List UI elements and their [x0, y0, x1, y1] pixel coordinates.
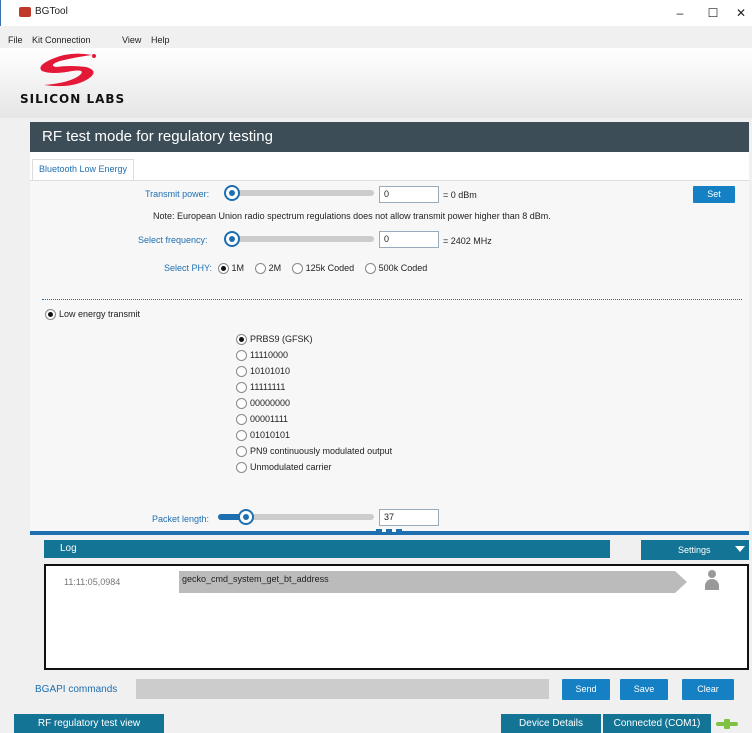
rf-test-panel: RF test mode for regulatory testing Blue…: [30, 122, 749, 534]
settings-dropdown[interactable]: Settings: [641, 540, 749, 560]
mode-low-energy-transmit[interactable]: Low energy transmit: [45, 309, 141, 321]
transmit-power-input[interactable]: 0: [379, 186, 439, 203]
panel-body: Transmit power: 0 = 0 dBm Set Note: Euro…: [30, 180, 749, 534]
log-header: Log: [44, 540, 610, 558]
radio-icon[interactable]: [217, 263, 229, 275]
pattern-label: 10101010: [250, 366, 291, 376]
mode-label: Low energy transmit: [59, 309, 141, 319]
frequency-input[interactable]: 0: [379, 231, 439, 248]
frequency-knob[interactable]: [224, 231, 240, 247]
maximize-button[interactable]: ☐: [698, 3, 728, 23]
section-divider: [42, 299, 742, 300]
radio-icon[interactable]: [45, 309, 56, 321]
radio-icon[interactable]: [236, 414, 247, 426]
pattern-option[interactable]: 01010101: [236, 430, 291, 442]
radio-icon[interactable]: [291, 263, 303, 275]
device-details-button[interactable]: Device Details: [501, 714, 601, 733]
radio-icon[interactable]: [254, 263, 266, 275]
user-icon: [705, 570, 719, 592]
phy-option-1m[interactable]: 1M: [217, 263, 245, 275]
frequency-slider[interactable]: [224, 231, 374, 247]
panel-title: RF test mode for regulatory testing: [30, 122, 749, 152]
pattern-label: 01010101: [250, 430, 291, 440]
radio-icon[interactable]: [236, 382, 247, 394]
transmit-power-label: Transmit power:: [145, 189, 210, 199]
pattern-option[interactable]: 11110000: [236, 350, 289, 362]
pattern-label: PN9 continuously modulated output: [250, 446, 393, 456]
pattern-option[interactable]: 11111111: [236, 382, 286, 394]
packet-length-slider[interactable]: [218, 509, 374, 525]
tab-rf-regulatory-test-view[interactable]: RF regulatory test view: [14, 714, 164, 733]
splitter-grip[interactable]: [376, 529, 402, 532]
pattern-label: 00001111: [250, 414, 289, 424]
phy-option-label: 1M: [231, 263, 245, 273]
pattern-label: 11110000: [250, 350, 289, 360]
packet-length-knob[interactable]: [238, 509, 254, 525]
phy-option-125k[interactable]: 125k Coded: [291, 263, 355, 275]
logo-text: SILICON LABS: [20, 92, 126, 106]
pattern-option[interactable]: 00001111: [236, 414, 289, 426]
pattern-option[interactable]: Unmodulated carrier: [236, 462, 332, 474]
radio-icon[interactable]: [236, 430, 247, 442]
bgapi-command-input[interactable]: [136, 679, 549, 699]
pattern-option[interactable]: 10101010: [236, 366, 291, 378]
phy-option-500k[interactable]: 500k Coded: [364, 263, 428, 275]
tab-bluetooth-low-energy[interactable]: Bluetooth Low Energy: [32, 159, 135, 181]
log-timestamp: 11:11:05,0984: [64, 577, 121, 587]
radio-icon[interactable]: [236, 398, 247, 410]
packet-length-input[interactable]: 37: [379, 509, 439, 526]
phy-option-label: 125k Coded: [305, 263, 355, 273]
bgapi-label: BGAPI commands: [35, 684, 118, 695]
frequency-label: Select frequency:: [138, 235, 208, 245]
radio-icon[interactable]: [236, 462, 247, 474]
radio-icon[interactable]: [236, 350, 247, 362]
pattern-label: PRBS9 (GFSK): [250, 334, 313, 344]
title-bar: BGTool – ☐ ✕: [0, 0, 752, 26]
connection-status[interactable]: Connected (COM1): [603, 714, 711, 733]
settings-label: Settings: [678, 545, 711, 555]
menu-bar: File Kit Connection View Help: [0, 30, 752, 46]
chevron-down-icon: [735, 546, 745, 552]
pattern-option[interactable]: PN9 continuously modulated output: [236, 446, 393, 458]
transmit-power-knob[interactable]: [224, 185, 240, 201]
log-message: gecko_cmd_system_get_bt_address: [179, 571, 687, 593]
silicon-labs-logo: [40, 53, 96, 87]
minimize-button[interactable]: –: [665, 3, 695, 23]
pattern-label: 00000000: [250, 398, 291, 408]
close-button[interactable]: ✕: [726, 3, 752, 23]
send-button[interactable]: Send: [562, 679, 610, 700]
menu-help[interactable]: Help: [151, 35, 170, 45]
save-button[interactable]: Save: [620, 679, 668, 700]
power-note: Note: European Union radio spectrum regu…: [153, 211, 551, 221]
radio-icon[interactable]: [364, 263, 376, 275]
phy-selector: Select PHY: 1M 2M 125k Coded 500k Coded: [164, 263, 435, 275]
logo-banner: SILICON LABS: [0, 48, 752, 118]
window-title: BGTool: [35, 6, 68, 17]
phy-option-2m[interactable]: 2M: [254, 263, 282, 275]
plug-icon: [716, 719, 738, 729]
transmit-power-slider[interactable]: [224, 185, 374, 201]
log-output[interactable]: 11:11:05,0984 gecko_cmd_system_get_bt_ad…: [44, 564, 749, 670]
radio-icon[interactable]: [236, 334, 247, 346]
status-bar: RF regulatory test view Device Details C…: [0, 714, 752, 733]
radio-icon[interactable]: [236, 366, 247, 378]
phy-option-label: 500k Coded: [378, 263, 428, 273]
menu-kit-connection[interactable]: Kit Connection: [32, 35, 91, 45]
pattern-option[interactable]: PRBS9 (GFSK): [236, 334, 313, 346]
app-icon: [19, 7, 31, 17]
frequency-value: = 2402 MHz: [443, 236, 492, 246]
phy-option-label: 2M: [268, 263, 282, 273]
menu-file[interactable]: File: [8, 35, 23, 45]
clear-button[interactable]: Clear: [682, 679, 734, 700]
radio-icon[interactable]: [236, 446, 247, 458]
transmit-power-value: = 0 dBm: [443, 190, 477, 200]
menu-view[interactable]: View: [122, 35, 141, 45]
pattern-option[interactable]: 00000000: [236, 398, 291, 410]
pattern-label: 11111111: [250, 382, 286, 392]
pattern-label: Unmodulated carrier: [250, 462, 332, 472]
set-button[interactable]: Set: [693, 186, 735, 203]
packet-length-label: Packet length:: [152, 514, 210, 524]
phy-label: Select PHY:: [164, 263, 213, 273]
